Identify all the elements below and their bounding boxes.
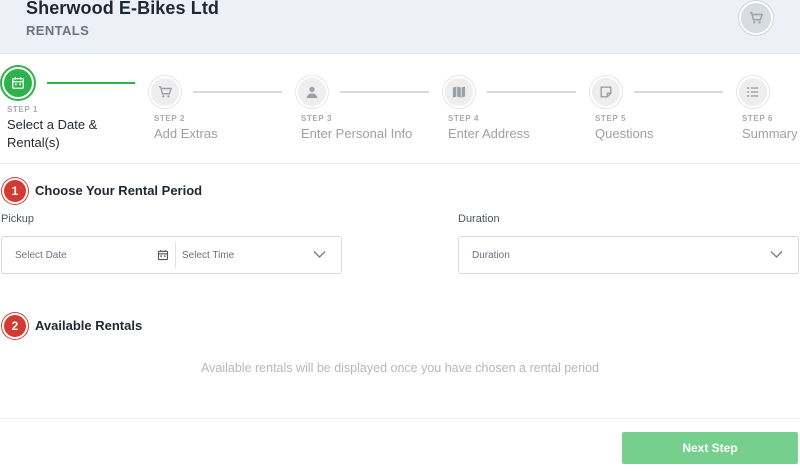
cart-button[interactable] bbox=[739, 1, 773, 35]
section-2-title: Available Rentals bbox=[35, 318, 143, 333]
map-icon bbox=[452, 86, 466, 98]
step-5-label: Questions bbox=[595, 126, 654, 141]
step-3-indicator[interactable] bbox=[296, 76, 328, 108]
section-1-title: Choose Your Rental Period bbox=[35, 183, 203, 198]
date-select[interactable]: Select Date bbox=[15, 250, 67, 261]
cart-icon bbox=[749, 12, 763, 24]
chevron-down-icon bbox=[770, 251, 783, 258]
chevron-down-icon[interactable] bbox=[313, 250, 326, 259]
step-6-number: STEP 6 bbox=[742, 114, 774, 123]
section-2-badge: 2 bbox=[2, 313, 28, 339]
step-6-indicator[interactable] bbox=[737, 76, 769, 108]
step-5-number: STEP 5 bbox=[595, 114, 627, 123]
step-2-number: STEP 2 bbox=[154, 114, 186, 123]
company-name: Sherwood E-Bikes Ltd bbox=[26, 0, 220, 18]
step-5-indicator[interactable] bbox=[590, 76, 622, 108]
step-1-indicator[interactable] bbox=[2, 67, 34, 99]
pickup-label: Pickup bbox=[1, 213, 35, 225]
step-4-indicator[interactable] bbox=[443, 76, 475, 108]
step-1-number: STEP 1 bbox=[7, 105, 39, 114]
step-connector-4 bbox=[487, 91, 576, 93]
note-icon bbox=[600, 86, 612, 98]
duration-label: Duration bbox=[458, 213, 500, 225]
list-icon bbox=[747, 87, 759, 97]
step-connector-1 bbox=[47, 82, 135, 84]
progress-stepper: STEP 1 Select a Date & Rental(s) STEP 2 … bbox=[0, 54, 800, 164]
step-3-number: STEP 3 bbox=[301, 114, 333, 123]
cart-icon bbox=[158, 86, 172, 98]
footer-divider bbox=[0, 418, 800, 419]
duration-select[interactable]: Duration bbox=[458, 236, 799, 274]
step-4-number: STEP 4 bbox=[448, 114, 480, 123]
time-select[interactable]: Select Time bbox=[182, 250, 234, 261]
step-connector-3 bbox=[340, 91, 429, 93]
next-step-button[interactable]: Next Step bbox=[622, 432, 798, 464]
step-1-label: Select a Date & Rental(s) bbox=[7, 117, 98, 150]
calendar-icon bbox=[12, 77, 24, 89]
user-icon bbox=[306, 86, 318, 99]
step-connector-5 bbox=[634, 91, 723, 93]
calendar-icon[interactable] bbox=[157, 249, 169, 261]
page-header: Sherwood E-Bikes Ltd RENTALS bbox=[0, 0, 800, 54]
page-subtitle: RENTALS bbox=[26, 23, 90, 38]
section-1-badge: 1 bbox=[2, 178, 28, 204]
field-divider bbox=[175, 242, 176, 268]
pickup-field: Select Date Select Time bbox=[1, 236, 342, 274]
empty-rentals-message: Available rentals will be displayed once… bbox=[201, 361, 599, 375]
step-4-label: Enter Address bbox=[448, 126, 530, 141]
step-3-label: Enter Personal Info bbox=[301, 126, 413, 141]
step-2-label: Add Extras bbox=[154, 126, 218, 141]
step-6-label: Summary bbox=[742, 126, 798, 141]
step-2-indicator[interactable] bbox=[149, 76, 181, 108]
duration-value: Duration bbox=[472, 250, 510, 261]
step-connector-2 bbox=[193, 91, 282, 93]
